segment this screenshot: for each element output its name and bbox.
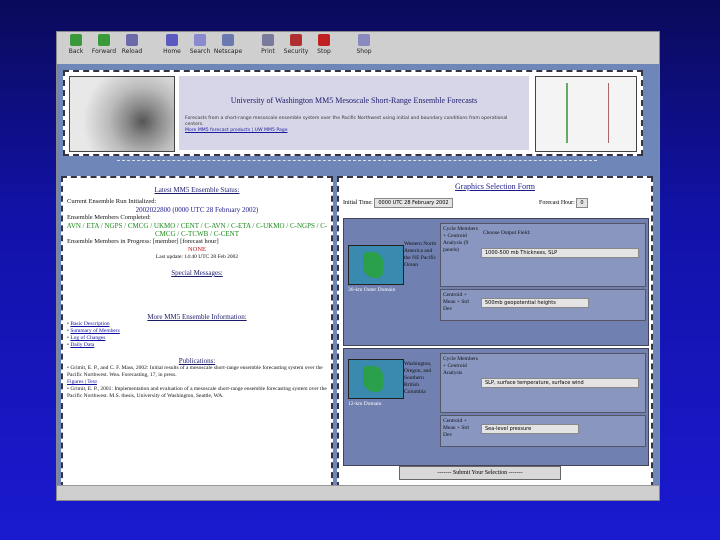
special-messages-heading: Special Messages:: [171, 269, 223, 277]
forecast-hour-label: Forecast Hour:: [539, 200, 575, 206]
domain1-name: Western North America and the NE Pacific…: [404, 241, 437, 268]
domain1-label: 36-km Outer Domain: [348, 287, 396, 293]
home-icon: [166, 34, 178, 46]
status-bar: [57, 485, 659, 500]
publication-item: Grimit, E. P., and C. F. Mass, 2002: Ini…: [67, 365, 323, 378]
link-figures-text[interactable]: Figures | Text: [67, 379, 97, 385]
publication-item: Grimit, E. P., 2001: Implementation and …: [67, 386, 327, 399]
domain2-label: 12-km Domain: [348, 401, 382, 407]
forward-button[interactable]: Forward: [89, 34, 119, 62]
link-basic-description[interactable]: Basic Description: [70, 321, 109, 327]
more-info-list: • Basic Description • Summary of Members…: [67, 321, 120, 348]
field-select-2b[interactable]: Sea-level pressure: [481, 424, 579, 434]
domain2-name: Washington, Oregon, and Southern British…: [404, 361, 432, 395]
field-select-1b[interactable]: 500mb geopotential heights: [481, 298, 589, 308]
page-header: University of Washington MM5 Mesoscale S…: [63, 70, 643, 156]
more-info-heading: More MM5 Ensemble Information:: [147, 313, 247, 321]
current-run-label: Current Ensemble Run Initialized:: [67, 198, 157, 205]
init-id: 2002022800 (0000 UTC 28 February 2002): [135, 206, 259, 214]
link-daily-data[interactable]: Daily Data: [70, 342, 94, 348]
print-button[interactable]: Print: [253, 34, 283, 62]
netscape-icon: [222, 34, 234, 46]
domain2-radio-centroid[interactable]: Centroid + Mean + Std Dev: [443, 418, 479, 439]
link-log-changes[interactable]: Log of Changes: [70, 335, 105, 341]
page-content: University of Washington MM5 Mesoscale S…: [57, 64, 659, 488]
domain1-radio-members[interactable]: Cycle Members + Centroid Analysis (9 pan…: [443, 226, 479, 254]
domain2-option-box-2: Centroid + Mean + Std Dev Sea-level pres…: [440, 415, 646, 447]
header-description: Forecasts from a short-range mesoscale e…: [185, 116, 508, 133]
field-label: Choose Output Field:: [483, 230, 531, 236]
form-title: Graphics Selection Form: [455, 182, 535, 191]
stop-icon: [318, 34, 330, 46]
submit-button[interactable]: ------- Submit Your Selection -------: [399, 466, 561, 480]
members-done-list: AVN / ETA / NGPS / CMCG / UKMO / CENT / …: [66, 222, 328, 238]
print-icon: [262, 34, 274, 46]
in-progress-label: Ensemble Members in Progress: [member] […: [67, 238, 219, 245]
satellite-map-image: [69, 76, 175, 152]
security-button[interactable]: Security: [281, 34, 311, 62]
search-button[interactable]: Search: [185, 34, 215, 62]
header-banner: University of Washington MM5 Mesoscale S…: [179, 76, 529, 150]
stop-button[interactable]: Stop: [309, 34, 339, 62]
last-update: Last update: 14:40 UTC 28 Feb 2002: [155, 254, 239, 260]
field-select-1[interactable]: 1000-500 mb Thickness, SLP: [481, 248, 639, 258]
init-time-label: Initial Time:: [343, 200, 373, 206]
field-select-2[interactable]: SLP, surface temperature, surface wind: [481, 378, 639, 388]
shop-button[interactable]: Shop: [349, 34, 379, 62]
search-icon: [194, 34, 206, 46]
domain1-option-box-2: Centroid + Mean + Std Dev 500mb geopoten…: [440, 289, 646, 321]
home-button[interactable]: Home: [157, 34, 187, 62]
link-summary-members[interactable]: Summary of Members: [70, 328, 120, 334]
publications-list: • Grimit, E. P., and C. F. Mass, 2002: I…: [67, 365, 327, 399]
domain1-radio-centroid[interactable]: Centroid + Mean + Std Dev: [443, 292, 479, 313]
section-divider: [117, 160, 597, 161]
browser-toolbar: Back Forward Reload Home Search Netscape…: [57, 32, 659, 65]
back-icon: [70, 34, 82, 46]
domain2-map-thumb[interactable]: [348, 359, 404, 399]
forward-icon: [98, 34, 110, 46]
domain2-radio-members[interactable]: Cycle Members + Centroid Analysis: [443, 356, 479, 377]
netscape-button[interactable]: Netscape: [213, 34, 243, 62]
status-panel: Latest MM5 Ensemble Status: Current Ense…: [61, 176, 333, 488]
in-progress-none: NONE: [187, 246, 207, 253]
status-heading: Latest MM5 Ensemble Status:: [154, 186, 240, 194]
browser-window: Back Forward Reload Home Search Netscape…: [56, 31, 660, 501]
reload-button[interactable]: Reload: [117, 34, 147, 62]
header-link[interactable]: More MM5 forecast products | UW MM5 Page: [185, 128, 288, 133]
domain1-option-box: Cycle Members + Centroid Analysis (9 pan…: [440, 223, 646, 287]
publications-heading: Publications:: [178, 357, 216, 365]
security-icon: [290, 34, 302, 46]
domain1-map-thumb[interactable]: [348, 245, 404, 285]
domain-map-image: [535, 76, 637, 152]
forecast-hour-select[interactable]: 0: [576, 198, 588, 208]
page-title: University of Washington MM5 Mesoscale S…: [230, 96, 478, 105]
domain2-option-box: Cycle Members + Centroid Analysis SLP, s…: [440, 353, 646, 413]
domain1-panel: 36-km Outer Domain Western North America…: [343, 218, 649, 346]
reload-icon: [126, 34, 138, 46]
init-time-select[interactable]: 0000 UTC 28 February 2002: [374, 198, 453, 208]
shop-icon: [358, 34, 370, 46]
graphics-form: Graphics Selection Form Initial Time: 00…: [337, 176, 653, 488]
members-done-label: Ensemble Members Completed:: [67, 214, 151, 221]
domain2-panel: 12-km Domain Washington, Oregon, and Sou…: [343, 348, 649, 466]
back-button[interactable]: Back: [61, 34, 91, 62]
